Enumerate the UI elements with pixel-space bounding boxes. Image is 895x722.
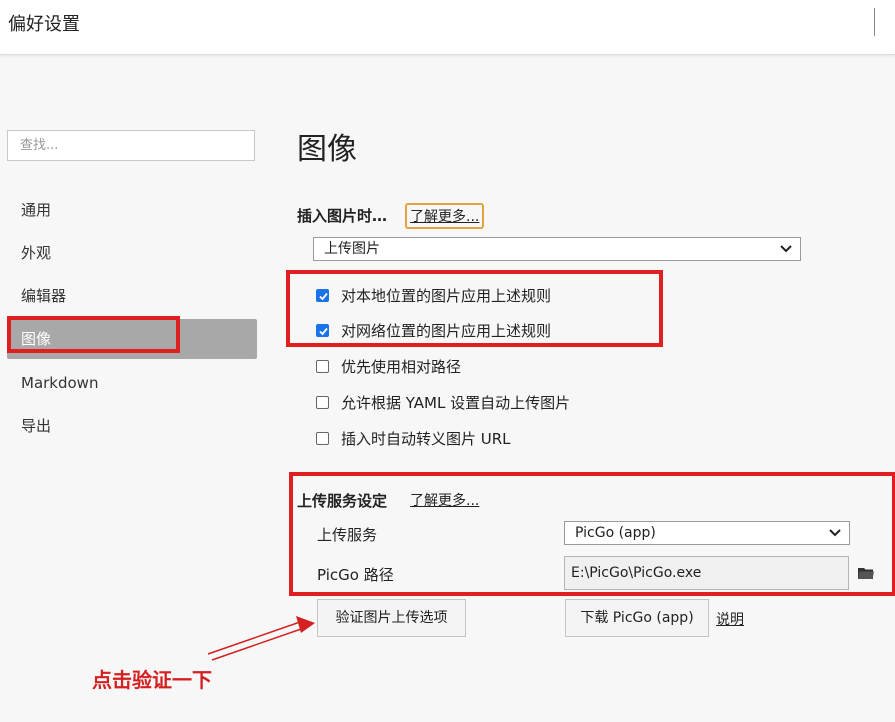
annotation-text: 点击验证一下 — [92, 668, 212, 692]
annotation-arrow-icon — [207, 616, 315, 661]
